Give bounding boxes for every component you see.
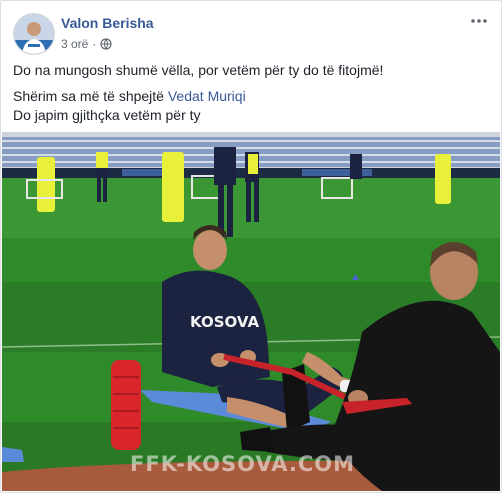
more-horizontal-icon[interactable] — [469, 13, 489, 29]
post-line-2: Shërim sa më të shpejtë Vedat Muriqi — [13, 87, 489, 106]
shirt-text: KOSOVA — [190, 313, 259, 331]
post-line-2-text: Shërim sa më të shpejtë — [13, 88, 168, 104]
avatar[interactable] — [13, 13, 55, 55]
post-meta: 3 orë · — [61, 37, 112, 51]
facebook-post: Valon Berisha 3 orë · Do na mungosh shum… — [0, 0, 502, 493]
globe-icon[interactable] — [100, 38, 112, 50]
mention-link[interactable]: Vedat Muriqi — [168, 88, 246, 104]
post-paragraph-1: Do na mungosh shumë vëlla, por vetëm për… — [13, 62, 384, 78]
author-name[interactable]: Valon Berisha — [61, 15, 154, 31]
post-text: Do na mungosh shumë vëlla, por vetëm për… — [13, 61, 489, 125]
post-timestamp[interactable]: 3 orë — [61, 37, 88, 51]
photo-watermark: FFK-KOSOVA.COM — [130, 452, 356, 476]
post-header: Valon Berisha 3 orë · — [13, 13, 489, 55]
meta-separator: · — [92, 37, 97, 51]
post-line-3: Do japim gjithçka vetëm për ty — [13, 107, 201, 123]
post-photo[interactable]: KOSOVA FFK-KOSOVA.COM — [2, 132, 500, 491]
